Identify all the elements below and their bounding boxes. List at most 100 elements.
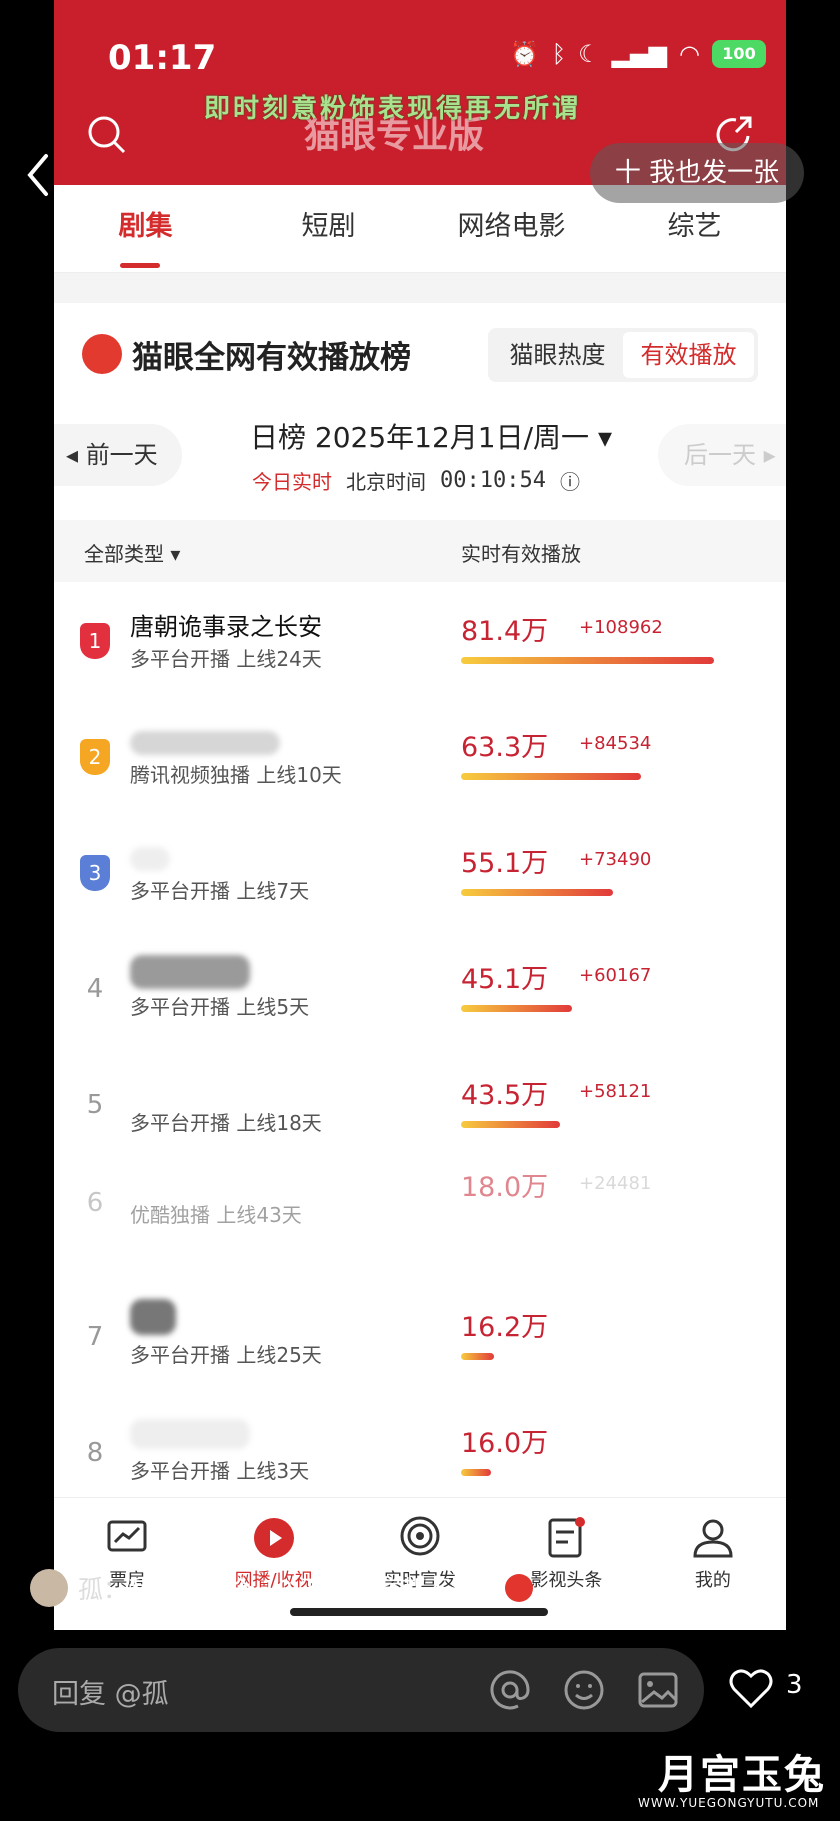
show-info: 多平台开播 上线5天 (130, 995, 310, 1019)
rank-number: 7 (86, 1322, 104, 1352)
next-day-button[interactable]: 后一天 ▸ (658, 424, 786, 486)
views-value: 63.3万 (461, 732, 549, 763)
metric-switch: 猫眼热度 有效播放 (488, 328, 758, 382)
nav-label: 我的 (694, 1570, 731, 1591)
ranking-row[interactable]: 6 优酷独播 上线43天 18.0万 +24481 (54, 1165, 786, 1281)
ranking-row[interactable]: 7 多平台开播 上线25天 16.2万 (54, 1281, 786, 1397)
views-value: 18.0万 (461, 1172, 549, 1203)
search-icon[interactable] (84, 112, 128, 156)
news-icon (548, 1517, 586, 1558)
prev-day-button[interactable]: ◂ 前一天 (54, 424, 182, 486)
cat-logo-icon (82, 334, 122, 374)
show-info: 多平台开播 上线3天 (130, 1459, 310, 1483)
next-day-label: 后一天 (684, 441, 756, 469)
prev-day-label: 前一天 (85, 441, 158, 469)
back-button[interactable] (18, 150, 58, 200)
broadcast-icon (400, 1516, 440, 1556)
play-icon (253, 1518, 294, 1558)
board-title: 猫眼全网有效播放榜 (132, 340, 411, 376)
angry-face-icon (504, 1574, 533, 1602)
reply-bar: 回复 @孤 (18, 1648, 704, 1732)
ranking-row[interactable]: 1 唐朝诡事录之长安 多平台开播 上线24天 81.4万 +108962 (54, 585, 786, 701)
nav-box-office[interactable]: 票房 (54, 1498, 200, 1630)
tab-short-drama[interactable]: 短剧 (237, 185, 420, 272)
info-icon[interactable]: ⓘ (560, 466, 580, 495)
battery-icon: 100 (712, 40, 766, 68)
date-label: 日榜 2025年12月1日/周一 (250, 421, 590, 454)
post-mine-button[interactable]: 十 我也发一张 (590, 143, 804, 203)
chevron-left-icon (27, 154, 48, 196)
tab-web-movie[interactable]: 网络电影 (420, 185, 603, 272)
redacted-title (130, 731, 280, 755)
type-filter[interactable]: 全部类型 ▾ (84, 538, 180, 567)
views-bar (461, 1469, 491, 1476)
emoji-icon[interactable] (562, 1668, 606, 1712)
rank-number: 8 (86, 1438, 104, 1468)
type-filter-label: 全部类型 (84, 542, 164, 566)
show-info: 多平台开播 上线25天 (130, 1343, 322, 1367)
video-caption: 即时刻意粉饰表现得再无所谓 (204, 94, 582, 124)
ranking-row[interactable]: 3 多平台开播 上线7天 55.1万 +73490 (54, 817, 786, 933)
image-icon[interactable] (636, 1668, 680, 1712)
shared-screenshot: 01:17 ⏰ ᛒ ☾ ▂▄▆ ◠ 100 猫眼专业版 即时刻意粉饰表现得再无所… (54, 0, 786, 1630)
show-info: 腾讯视频独播 上线10天 (130, 763, 342, 787)
signal-icon: ▂▄▆ (611, 40, 668, 68)
rank-number: 6 (86, 1188, 104, 1218)
date-picker[interactable]: 日榜 2025年12月1日/周一 ▾ (250, 416, 612, 456)
ranking-row[interactable]: 5 多平台开播 上线18天 43.5万 +58121 (54, 1049, 786, 1165)
redacted-title (130, 955, 250, 989)
rank-badge: 3 (80, 855, 110, 891)
comment-user: 孤： (78, 1575, 129, 1604)
avatar[interactable] (30, 1569, 68, 1607)
chart-icon (107, 1520, 147, 1552)
alarm-icon: ⏰ (509, 40, 540, 68)
views-delta: +60167 (579, 965, 652, 986)
comment-line: 孤： 我还截了个 10 万的，演都不演了 (30, 1566, 630, 1610)
board-header: 猫眼全网有效播放榜 猫眼热度 有效播放 (54, 318, 786, 390)
show-info: 多平台开播 上线24天 (130, 647, 322, 671)
nav-profile[interactable]: 我的 (640, 1498, 786, 1630)
like-count: 3 (786, 1670, 803, 1700)
views-bar (461, 657, 714, 664)
triangle-left-icon: ◂ (66, 441, 86, 469)
seg-heat[interactable]: 猫眼热度 (492, 332, 623, 378)
views-delta: +58121 (579, 1081, 652, 1102)
caret-down-icon: ▾ (164, 542, 181, 566)
show-info: 优酷独播 上线43天 (130, 1203, 302, 1227)
ranking-row[interactable]: 4 多平台开播 上线5天 45.1万 +60167 (54, 933, 786, 1049)
seg-effective-play[interactable]: 有效播放 (623, 332, 754, 378)
timezone-label: 北京时间 (346, 470, 426, 494)
show-info: 多平台开播 上线7天 (130, 879, 310, 903)
tab-drama[interactable]: 剧集 (54, 185, 237, 272)
reply-input[interactable]: 回复 @孤 (52, 1672, 169, 1711)
views-bar (461, 889, 613, 896)
ranking-row[interactable]: 8 多平台开播 上线3天 16.0万 (54, 1397, 786, 1513)
rank-badge: 1 (80, 623, 110, 659)
comment-text: 我还截了个 10 万的，演都不演了 (128, 1575, 501, 1604)
views-delta: +84534 (579, 733, 652, 754)
redacted-title (130, 1419, 250, 1449)
views-value: 55.1万 (461, 848, 549, 879)
views-bar (461, 1005, 572, 1012)
home-indicator (290, 1608, 548, 1616)
triangle-right-icon: ▸ (756, 441, 776, 469)
status-time: 01:17 (108, 38, 217, 78)
mention-icon[interactable] (488, 1668, 532, 1712)
user-icon (693, 1519, 733, 1558)
views-delta: +24481 (579, 1173, 652, 1194)
heart-icon[interactable] (728, 1666, 774, 1710)
wifi-icon: ◠ (679, 40, 700, 68)
show-title: 唐朝诡事录之长安 (130, 613, 322, 641)
views-value: 16.0万 (461, 1428, 549, 1459)
redacted-title (130, 1299, 176, 1335)
views-value: 43.5万 (461, 1080, 549, 1111)
views-bar (461, 1353, 494, 1360)
ranking-row[interactable]: 2 腾讯视频独播 上线10天 63.3万 +84534 (54, 701, 786, 817)
rank-number: 4 (86, 974, 104, 1004)
section-divider (54, 273, 786, 303)
moon-icon: ☾ (578, 40, 600, 68)
views-bar (461, 1121, 560, 1128)
column-header: 全部类型 ▾ 实时有效播放 (54, 520, 786, 582)
rank-badge: 2 (80, 739, 110, 775)
status-icons: ⏰ ᛒ ☾ ▂▄▆ ◠ 100 (510, 40, 766, 68)
